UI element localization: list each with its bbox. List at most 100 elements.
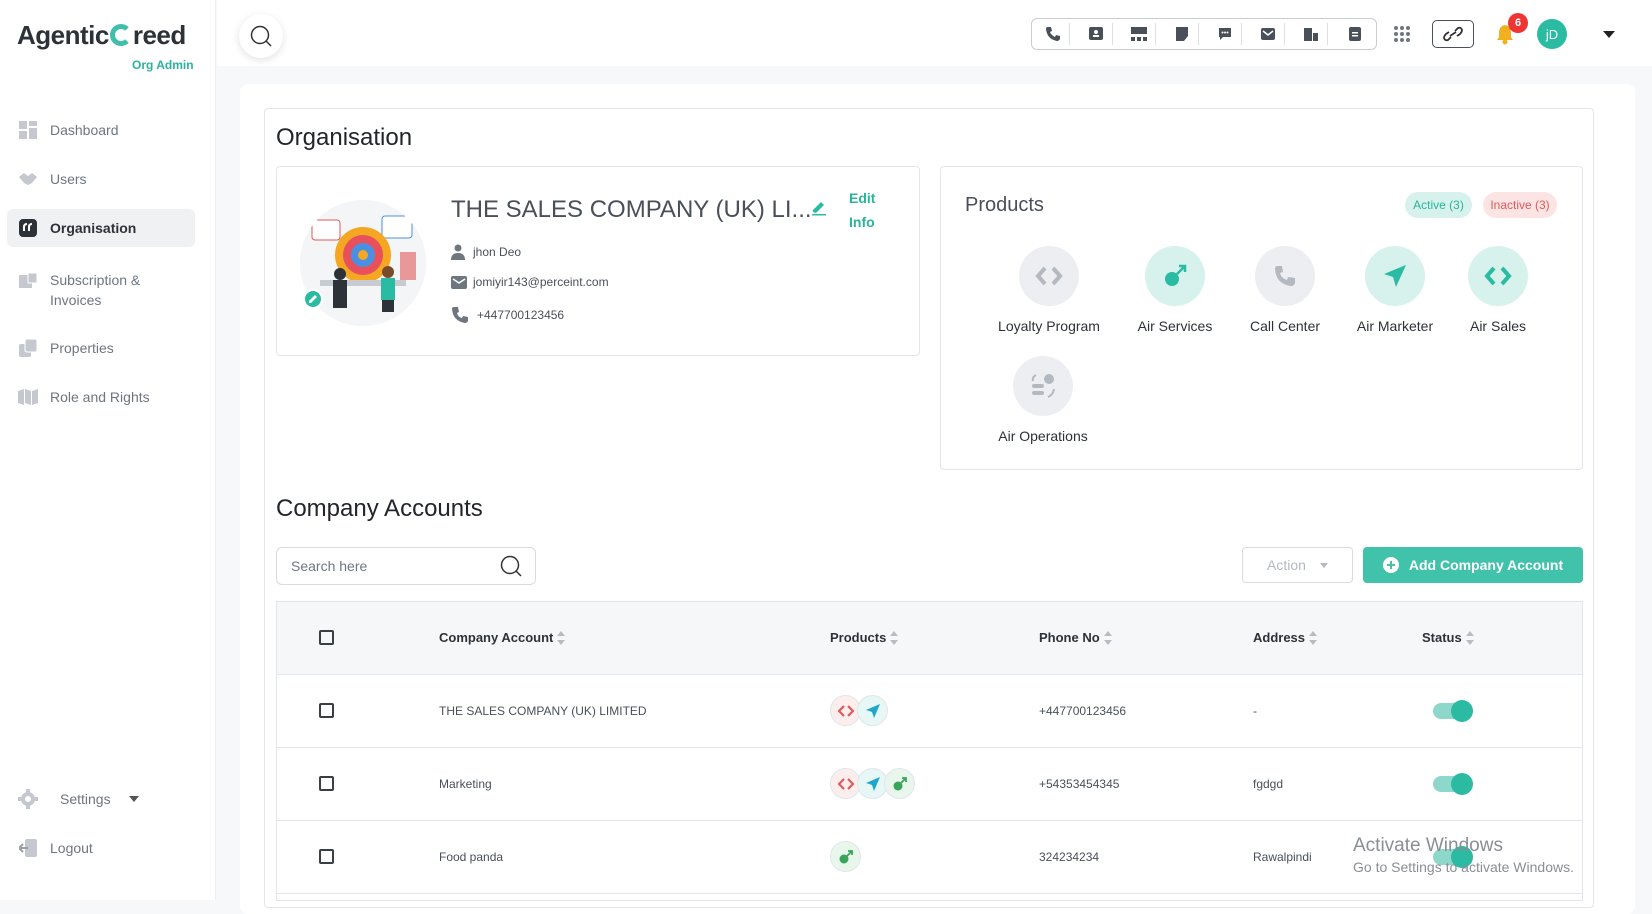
- status-toggle[interactable]: [1433, 700, 1473, 722]
- app-logo[interactable]: Agentic reed: [17, 20, 186, 51]
- global-search-button[interactable]: [239, 14, 283, 58]
- sidebar-item-properties[interactable]: Properties: [7, 329, 195, 367]
- company-name: Marketing: [439, 777, 492, 791]
- link-button[interactable]: [1432, 20, 1474, 48]
- settings-button[interactable]: Settings: [7, 780, 195, 818]
- mail-icon: [451, 275, 473, 289]
- chevron-down-icon: [1319, 562, 1328, 568]
- add-label: Add Company Account: [1408, 557, 1564, 573]
- column-phone[interactable]: Phone No: [1039, 630, 1112, 645]
- sidebar: Agentic reed Org Admin Dashboard Users Or…: [0, 0, 216, 900]
- accounts-search-input[interactable]: Search here: [276, 547, 536, 585]
- notification-badge: 6: [1508, 13, 1528, 33]
- male-symbol-icon: [884, 768, 915, 799]
- company-name: Food panda: [439, 850, 504, 864]
- building-icon[interactable]: [1296, 23, 1328, 45]
- action-dropdown[interactable]: Action: [1242, 547, 1353, 583]
- code-icon: [1468, 246, 1528, 306]
- add-company-account-button[interactable]: Add Company Account: [1363, 547, 1583, 583]
- select-all-checkbox[interactable]: [319, 630, 334, 645]
- product-air-sales[interactable]: Air Sales: [1443, 246, 1553, 334]
- settings-label: Settings: [60, 791, 111, 807]
- avatar[interactable]: jD: [1537, 19, 1567, 49]
- invoice-icon: [18, 272, 38, 292]
- product-label: Call Center: [1249, 318, 1321, 334]
- logout-label: Logout: [50, 840, 93, 856]
- phone-icon[interactable]: [1038, 23, 1070, 45]
- edit-info-button[interactable]: Edit Info: [849, 186, 889, 234]
- sidebar-item-label: Subscription & Invoices: [50, 272, 141, 308]
- product-label: Loyalty Program: [998, 318, 1100, 334]
- phone-number: 324234234: [1039, 850, 1100, 864]
- phone-icon: [451, 306, 477, 324]
- product-label: Air Operations: [998, 428, 1088, 444]
- sidebar-item-organisation[interactable]: Organisation: [7, 209, 195, 247]
- phone-number: +447700123456: [1039, 704, 1127, 718]
- organisation-name: THE SALES COMPANY (UK) LI...: [451, 196, 812, 223]
- column-company-account[interactable]: Company Account: [439, 630, 566, 645]
- user-icon: [451, 244, 473, 260]
- document-icon[interactable]: [1339, 23, 1371, 45]
- company-accounts-title: Company Accounts: [276, 495, 483, 522]
- watermark-line2: Go to Settings to activate Windows.: [1353, 859, 1574, 875]
- row-checkbox[interactable]: [319, 703, 334, 718]
- table-row[interactable]: THE SALES COMPANY (UK) LIMITED +44770012…: [277, 675, 1582, 748]
- product-air-operations[interactable]: Air Operations: [988, 356, 1098, 444]
- active-products-filter[interactable]: Active (3): [1405, 192, 1472, 218]
- plus-circle-icon: [1382, 557, 1399, 573]
- product-icons: [830, 841, 861, 872]
- code-icon: [1019, 246, 1079, 306]
- inactive-products-filter[interactable]: Inactive (3): [1483, 192, 1557, 218]
- handshake-icon: [18, 169, 38, 189]
- contact-phone: +447700123456: [477, 308, 565, 322]
- edit-avatar-button[interactable]: [303, 289, 323, 309]
- quick-actions-bar: [1031, 18, 1377, 50]
- mail-icon[interactable]: [1253, 23, 1285, 45]
- row-checkbox[interactable]: [319, 776, 334, 791]
- column-status[interactable]: Status: [1422, 630, 1474, 645]
- column-address[interactable]: Address: [1253, 630, 1318, 645]
- operations-icon: [1013, 356, 1073, 416]
- row-checkbox[interactable]: [319, 849, 334, 864]
- table-header: Company Account Products Phone No Addres…: [277, 602, 1582, 675]
- pencil-icon: [309, 295, 317, 303]
- sort-icon: [890, 630, 899, 645]
- chevron-down-icon: [128, 796, 139, 802]
- status-toggle[interactable]: [1433, 773, 1473, 795]
- sidebar-item-label: Users: [50, 171, 87, 187]
- profile-dropdown-chevron-icon[interactable]: [1602, 30, 1616, 38]
- address: fgdgd: [1253, 777, 1284, 791]
- product-air-services[interactable]: Air Services: [1120, 246, 1230, 334]
- product-label: Air Marketer: [1356, 318, 1434, 334]
- send-icon: [1365, 246, 1425, 306]
- edit-pencil-icon[interactable]: [811, 200, 827, 221]
- product-label: Air Sales: [1469, 318, 1527, 334]
- sidebar-item-users[interactable]: Users: [7, 160, 195, 198]
- phone-row: +447700123456: [451, 306, 564, 324]
- sidebar-item-role-rights[interactable]: Role and Rights: [7, 378, 195, 416]
- logo-mark-icon: [109, 24, 132, 46]
- logout-button[interactable]: Logout: [7, 829, 195, 867]
- contact-card-icon[interactable]: [1081, 23, 1113, 45]
- product-air-marketer[interactable]: Air Marketer: [1340, 246, 1450, 334]
- sidebar-item-label: Role and Rights: [50, 389, 150, 405]
- role-label: Org Admin: [132, 58, 194, 72]
- chat-icon[interactable]: [1210, 23, 1242, 45]
- organisation-avatar[interactable]: [300, 200, 426, 326]
- sidebar-item-dashboard[interactable]: Dashboard: [7, 111, 195, 149]
- logout-icon: [18, 838, 38, 858]
- network-icon[interactable]: [1124, 23, 1156, 45]
- apps-grid-icon[interactable]: [1392, 24, 1412, 44]
- phone-icon: [1255, 246, 1315, 306]
- gear-icon: [18, 789, 38, 809]
- note-icon[interactable]: [1167, 23, 1199, 45]
- product-loyalty-program[interactable]: Loyalty Program: [994, 246, 1104, 334]
- sort-icon: [557, 630, 566, 645]
- contact-name: jhon Deo: [473, 245, 522, 259]
- sidebar-item-label: Dashboard: [50, 122, 119, 138]
- sidebar-item-subscription[interactable]: Subscription & Invoices: [7, 266, 195, 314]
- table-row[interactable]: Marketing +54353454345 fgdgd: [277, 748, 1582, 821]
- company-name: THE SALES COMPANY (UK) LIMITED: [439, 704, 647, 718]
- column-products[interactable]: Products: [830, 630, 899, 645]
- product-call-center[interactable]: Call Center: [1230, 246, 1340, 334]
